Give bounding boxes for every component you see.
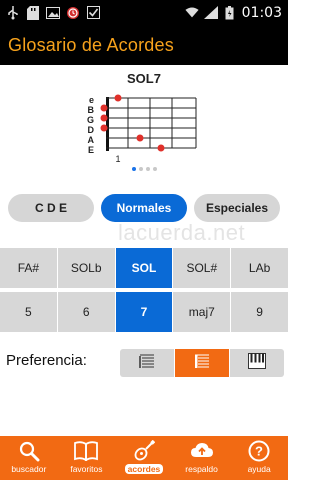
tone-option[interactable]: SOLb [57, 248, 116, 288]
sd-card-icon [26, 5, 40, 20]
piano-keys-button[interactable] [230, 349, 284, 377]
staff-notation-button[interactable] [120, 349, 175, 377]
clock: 01:03 [241, 4, 282, 21]
open-string-dot [100, 104, 108, 112]
chord-type-option-selected[interactable]: 7 [115, 292, 174, 332]
nav-respaldo[interactable]: respaldo [173, 436, 231, 480]
piano-keys-icon [248, 352, 266, 375]
status-bar-notifications [0, 5, 100, 20]
guitar-icon [133, 439, 155, 463]
nav-label: favoritos [70, 464, 103, 474]
tablature-icon [194, 352, 210, 375]
svg-text:?: ? [255, 444, 263, 459]
checkbox-icon [86, 6, 100, 20]
category-normales-button[interactable]: Normales [101, 194, 187, 222]
chord-diagram-panel[interactable]: SOL7 e B G D A E 1 [0, 65, 288, 185]
chord-nut [106, 97, 109, 151]
signal-icon [203, 6, 218, 20]
page-indicator [0, 167, 288, 171]
string-label: A [88, 135, 95, 145]
chord-diagram: e B G D A E 1 [87, 94, 197, 164]
tone-option[interactable]: SOL# [173, 248, 232, 288]
string-label: D [88, 125, 95, 135]
page-dot [152, 167, 157, 171]
category-especiales-button[interactable]: Especiales [194, 194, 280, 222]
tone-selector: FA# SOLb SOL SOL# LAb [0, 248, 288, 288]
category-cde-button[interactable]: C D E [8, 194, 94, 222]
page-dot [145, 167, 150, 171]
tablature-button[interactable] [175, 349, 230, 377]
string-label: E [88, 145, 94, 155]
string-label: G [87, 115, 94, 125]
cloud-upload-icon [190, 439, 214, 463]
nav-favoritos[interactable]: favoritos [58, 436, 116, 480]
finger-dot [136, 134, 144, 142]
open-string-dot [100, 124, 108, 132]
status-bar-system: 01:03 [185, 5, 288, 21]
finger-dot [114, 94, 122, 102]
page-dot [131, 167, 136, 171]
tone-option[interactable]: FA# [0, 248, 58, 288]
search-icon [18, 439, 40, 463]
nav-label: acordes [124, 464, 164, 474]
chord-name: SOL7 [127, 71, 161, 86]
tone-option[interactable]: LAb [231, 248, 288, 288]
wifi-icon [185, 6, 199, 20]
nav-ayuda[interactable]: ? ayuda [230, 436, 288, 480]
nav-label: respaldo [185, 464, 218, 474]
alarm-icon [66, 6, 80, 20]
string-label: B [88, 105, 95, 115]
battery-icon [223, 5, 237, 20]
chord-type-option[interactable]: 9 [231, 292, 288, 332]
preference-toggle [120, 349, 284, 377]
chord-type-option[interactable]: 6 [57, 292, 116, 332]
book-icon [74, 439, 99, 463]
nav-label: ayuda [247, 464, 271, 474]
nav-buscador[interactable]: buscador [0, 436, 58, 480]
app-bar: Glosario de Acordes [0, 25, 288, 65]
page-title: Glosario de Acordes [8, 34, 174, 55]
chord-type-selector: 5 6 7 maj7 9 [0, 292, 288, 332]
preference-label: Preferencia: [6, 352, 87, 369]
nav-acordes[interactable]: acordes [115, 436, 173, 480]
chord-type-option[interactable]: maj7 [173, 292, 232, 332]
page-dot [138, 167, 143, 171]
nav-label: buscador [11, 464, 47, 474]
open-string-dot [100, 114, 108, 122]
chord-strings [106, 97, 196, 149]
usb-icon [6, 5, 20, 20]
image-icon [46, 6, 60, 20]
staff-notation-icon [139, 352, 155, 375]
finger-dot [157, 144, 165, 152]
tone-option-selected[interactable]: SOL [115, 248, 174, 288]
status-bar: 01:03 [0, 0, 288, 25]
help-icon: ? [248, 439, 270, 463]
fret-number: 1 [115, 154, 120, 164]
bottom-navigation: buscador favoritos acordes respaldo ? ay… [0, 436, 288, 480]
watermark: lacuerda.net [118, 220, 246, 245]
chord-type-option[interactable]: 5 [0, 292, 58, 332]
string-label: e [89, 95, 94, 105]
